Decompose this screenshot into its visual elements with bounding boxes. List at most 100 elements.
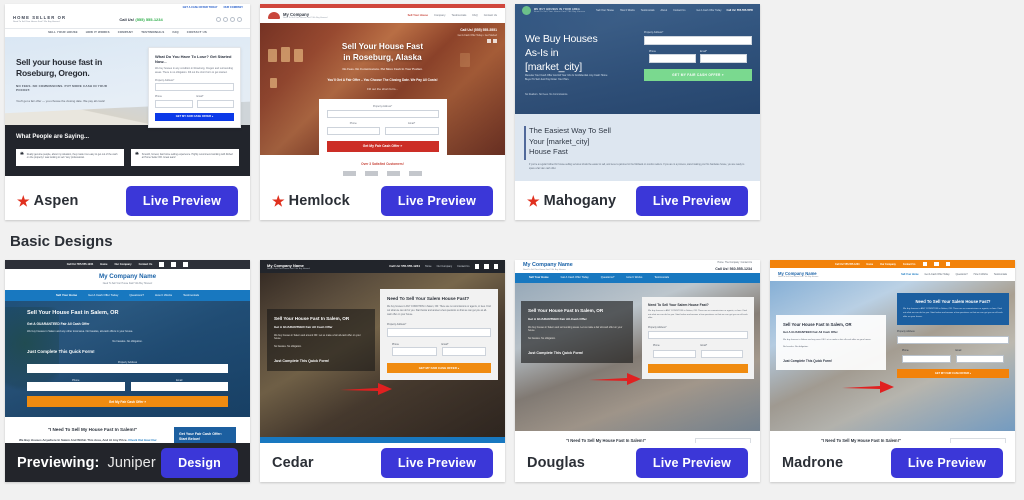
douglas-email-input [700, 349, 743, 358]
madrone-email-label: Email [955, 350, 962, 353]
hemlock-nav: My Company Need To Sell Your House Fast? … [260, 8, 505, 23]
douglas-brand-tagline: Need To Sell Your House Fast? We Buy Hou… [523, 268, 566, 271]
template-card-douglas[interactable]: My Company Name Need To Sell Your House F… [515, 260, 760, 482]
live-preview-button-mahogany[interactable]: Live Preview [635, 185, 748, 216]
aspen-phone-number: (555) 555-1234 [135, 17, 163, 22]
annotation-arrow-cedar [338, 381, 394, 397]
juniper-utility-link-1: Our Company [114, 262, 132, 266]
mahogany-nav-item-4: Contact Us [673, 8, 686, 12]
hemlock-brand: My Company Need To Sell Your House Fast? … [268, 12, 328, 20]
madrone-form-head: Need To Sell Your Salem House Fast? We b… [897, 293, 1009, 326]
madrone-cta-button: GET MY FAIR CASH OFFER » [897, 369, 1009, 379]
juniper-utility-phone: Call Us! 555-555-1234 [66, 262, 94, 266]
hemlock-call-label: Call Us! (555) 555-5551 [460, 28, 497, 32]
template-name-label: Cedar [272, 454, 314, 471]
hemlock-address-label: Property Address* [372, 104, 393, 108]
juniper-testimonial-heading: "I Need To Sell My House Fast In Salem!" [47, 427, 138, 432]
cedar-phone-input [392, 347, 437, 357]
mahogany-headline-2: As-Is in [525, 47, 559, 60]
template-thumbnail-mahogany[interactable]: WE BUY HOUSES IN YOUR AREA Need To Sell Y… [515, 4, 760, 181]
aspen-quote-1-text: Really genuine people, about my situatio… [26, 152, 118, 160]
template-card-madrone[interactable]: Call Us! 555-555-1234 Home Our Company C… [770, 260, 1015, 482]
aspen-logo: HOME SELLER OR Need To Sell Your House F… [13, 15, 66, 24]
card-footer-madrone: Madrone Live Preview [770, 443, 1015, 482]
cedar-paragraph: We buy houses in Salem and around OR. Le… [274, 333, 361, 341]
template-card-aspen[interactable]: GET A CASH OFFER TODAY OUR COMPANY HOME … [5, 4, 250, 220]
template-card-mahogany[interactable]: WE BUY HOUSES IN YOUR AREA Need To Sell Y… [515, 4, 760, 220]
cedar-divider [260, 437, 505, 443]
madrone-form-paragraph: We buy houses in ANY CONDITION in Salem,… [903, 308, 1003, 318]
cedar-address-label: Property Address* [387, 323, 407, 327]
hemlock-social-icons [458, 38, 497, 44]
annotation-arrow-madrone [840, 379, 896, 395]
madrone-nav-item-0: Sell Your Home [901, 273, 919, 276]
linkedin-icon [183, 262, 189, 267]
juniper-email-input [130, 382, 228, 392]
douglas-brand-text: My Company Name [523, 261, 573, 268]
live-preview-button-madrone[interactable]: Live Preview [890, 447, 1003, 478]
juniper-hero-text: Sell Your House Fast in Salem, OR Get A … [5, 301, 250, 408]
premium-star-icon: ★ [272, 192, 285, 209]
cedar-cta-button: GET MY FAIR CASH OFFER » [387, 363, 491, 374]
madrone-nav-item-1: Get A Cash Offer Today [924, 273, 950, 276]
template-name-hemlock: ★ Hemlock [272, 193, 350, 209]
aspen-email-input [196, 99, 234, 108]
juniper-testimonial-body-1: We Buy Houses Anywhere In Salem And With… [19, 437, 129, 442]
aspen-quote-2-text: Smooth, honest, fast home selling experi… [141, 152, 234, 160]
hemlock-brand-name: My Company Need To Sell Your House Fast? … [283, 12, 328, 20]
template-thumbnail-douglas[interactable]: My Company Name Need To Sell Your House F… [515, 260, 760, 443]
previewing-status: Previewing: Juniper [17, 455, 156, 471]
template-thumbnail-aspen[interactable]: GET A CASH OFFER TODAY OUR COMPANY HOME … [5, 4, 250, 181]
template-name-label: Madrone [782, 454, 844, 471]
template-name-label: Aspen [33, 192, 79, 209]
live-preview-button-hemlock[interactable]: Live Preview [380, 185, 493, 216]
douglas-testimonial-strip: "I Need To Sell My House Fast In Salem!"… [515, 431, 760, 443]
mahogany-headline: We Buy Houses As-Is in [market_city] [525, 32, 598, 75]
madrone-phone-input [902, 354, 951, 364]
mahogany-band-headline: The Easiest Way To Sell Your [market_cit… [529, 126, 746, 158]
aspen-testimonials-title: What People are Saying... [16, 134, 90, 140]
live-preview-button-douglas[interactable]: Live Preview [635, 447, 748, 478]
facebook-icon [486, 38, 491, 44]
template-thumbnail-cedar[interactable]: My Company Name Need To Sell Your House F… [260, 260, 505, 443]
live-preview-button-aspen[interactable]: Live Preview [125, 185, 238, 216]
aspen-hero-text: Sell your house fast in Roseburg, Oregon… [16, 57, 121, 103]
mahogany-cta-button: GET MY FAIR CASH OFFER » [644, 69, 752, 81]
douglas-sidebar-cta: Get Your Fair Cash Offer: Start Below! [695, 438, 751, 443]
cedar-lead-form: Need To Sell Your Salem House Fast? We b… [380, 289, 498, 381]
mahogany-phone-input [649, 54, 696, 63]
aspen-phone: Call Us! (555) 555-1234 [119, 17, 162, 22]
hemlock-brand-logos [260, 171, 505, 176]
douglas-form-prompt: Just Complete This Quick Form! [528, 351, 584, 356]
hemlock-nav-item-1: Company [434, 13, 446, 17]
douglas-nav-item-0: Sell Your Home [529, 276, 549, 280]
template-thumbnail-madrone[interactable]: Call Us! 555-555-1234 Home Our Company C… [770, 260, 1015, 443]
template-thumbnail-hemlock[interactable]: My Company Need To Sell Your House Fast? … [260, 4, 505, 181]
premium-star-icon: ★ [527, 192, 540, 209]
juniper-brand-tagline: Need To Sell Your House Fast? We Buy Hou… [102, 282, 153, 285]
cedar-brand-tagline: Need To Sell Your House Fast? We Buy Hou… [267, 267, 311, 270]
juniper-testimonial-strip: "I Need To Sell My House Fast In Salem!"… [5, 417, 250, 443]
template-card-cedar[interactable]: My Company Name Need To Sell Your House F… [260, 260, 505, 482]
mahogany-email-input [700, 54, 747, 63]
template-card-juniper[interactable]: Call Us! 555-555-1234 Home Our Company C… [5, 260, 250, 482]
juniper-subhead: Get A GUARANTEED Fair All Cash Offer [27, 321, 90, 326]
hemlock-brand-text: My Company [283, 11, 310, 17]
juniper-cta-button: Get My Fair Cash Offer » [27, 396, 228, 408]
aspen-address-input [155, 83, 234, 92]
hemlock-email-label: Email* [408, 121, 416, 125]
hemlock-social-proof: Over 3 Satisfied Customers! [260, 155, 505, 176]
juniper-headline: Sell Your House Fast in Salem, OR [27, 310, 119, 316]
live-preview-button-cedar[interactable]: Live Preview [380, 447, 493, 478]
mahogany-nav-links: Sell Your House How It Works Testimonial… [596, 9, 685, 12]
template-thumbnail-juniper[interactable]: Call Us! 555-555-1234 Home Our Company C… [5, 260, 250, 443]
hemlock-hero: Call Us! (555) 555-5551 Get A Cash Offer… [260, 23, 505, 155]
douglas-header-right: Home The Company Contact Us Call Us! 560… [715, 262, 752, 271]
template-card-hemlock[interactable]: My Company Need To Sell Your House Fast? … [260, 4, 505, 220]
mahogany-brand: WE BUY HOUSES IN YOUR AREA Need To Sell Y… [522, 6, 585, 15]
aspen-social-icons [215, 17, 242, 22]
mahogany-lead-form: Property Address* Phone Email* GET MY FA… [644, 31, 752, 81]
design-button-juniper[interactable]: Design [161, 447, 238, 478]
hemlock-nav-item-4: Contact Us [483, 13, 497, 17]
madrone-address-label: Property Address [897, 331, 915, 334]
